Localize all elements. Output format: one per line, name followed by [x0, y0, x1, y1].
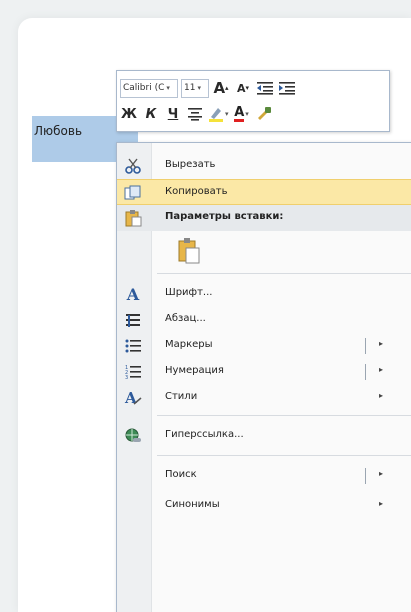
menu-item-label: Гиперссылка... [165, 429, 244, 440]
font-name-value: Calibri (С [123, 83, 165, 93]
paste-keep-formatting-icon[interactable] [177, 237, 201, 265]
font-color-button[interactable]: A ▾ [233, 104, 251, 124]
menu-item-label: Абзац... [165, 313, 206, 324]
font-icon: A [126, 284, 140, 304]
svg-text:A: A [124, 389, 137, 407]
paste-icon [123, 208, 143, 228]
menu-item-bullets[interactable]: Маркеры ▸ [117, 333, 411, 359]
menu-item-label: Шрифт... [165, 287, 213, 298]
paragraph-icon [123, 310, 143, 330]
increase-indent-icon [279, 82, 295, 95]
menu-item-numbering[interactable]: 123 Нумерация ▸ [117, 359, 411, 385]
menu-item-copy[interactable]: Копировать [117, 179, 411, 205]
menu-separator [157, 273, 411, 274]
menu-item-styles[interactable]: A Стили ▸ [117, 385, 411, 411]
menu-item-label: Синонимы [165, 499, 220, 510]
context-menu: Вырезать Копировать Параметры вставки: A… [116, 142, 411, 612]
menu-separator [157, 455, 411, 456]
chevron-down-icon: ▾ [245, 110, 249, 118]
bullets-icon [123, 336, 143, 356]
font-color-icon: A [234, 105, 245, 122]
menu-item-label: Стили [165, 391, 198, 402]
italic-icon: К [145, 106, 157, 122]
bold-icon: Ж [121, 106, 137, 122]
styles-icon: A [123, 388, 143, 408]
center-align-button[interactable] [186, 104, 204, 124]
split-separator [365, 468, 366, 484]
italic-button[interactable]: К [142, 104, 160, 124]
split-separator [365, 338, 366, 354]
format-painter-button[interactable] [255, 104, 273, 124]
decrease-indent-button[interactable] [256, 78, 274, 98]
menu-item-hyperlink[interactable]: Гиперссылка... [117, 423, 411, 449]
submenu-arrow-icon[interactable]: ▸ [379, 469, 383, 478]
shrink-font-icon: A [236, 81, 246, 95]
menu-item-search[interactable]: Поиск ▸ [117, 463, 411, 489]
menu-item-cut[interactable]: Вырезать [117, 153, 411, 179]
bold-button[interactable]: Ж [120, 104, 138, 124]
chevron-down-icon: ▾ [166, 84, 170, 92]
mini-toolbar: Calibri (С ▾ 11 ▾ A ▴ A ▾ Ж К Ч ▾ A ▾ [116, 70, 390, 132]
menu-item-label: Параметры вставки: [165, 211, 284, 222]
menu-item-paragraph[interactable]: Абзац... [117, 307, 411, 333]
menu-item-synonyms[interactable]: Синонимы ▸ [117, 493, 411, 519]
menu-item-label: Маркеры [165, 339, 213, 350]
scissors-icon [123, 156, 143, 176]
grow-font-icon: A [213, 79, 226, 97]
selected-text: Любовь [34, 124, 83, 138]
menu-item-label: Нумерация [165, 365, 224, 376]
menu-item-label: Копировать [165, 186, 228, 197]
highlighter-icon [209, 108, 223, 122]
chevron-down-icon: ▾ [225, 110, 229, 118]
numbering-icon: 123 [123, 362, 143, 382]
svg-text:3: 3 [125, 375, 128, 380]
menu-separator [157, 415, 411, 416]
menu-item-font[interactable]: A Шрифт... [117, 281, 411, 307]
menu-item-label: Вырезать [165, 159, 216, 170]
font-size-combo[interactable]: 11 ▾ [181, 78, 209, 98]
highlight-color-button[interactable]: ▾ [208, 104, 229, 124]
align-center-icon [188, 108, 202, 121]
font-size-value: 11 [184, 83, 196, 93]
submenu-arrow-icon[interactable]: ▸ [379, 365, 383, 374]
increase-indent-button[interactable] [278, 78, 296, 98]
split-separator [365, 364, 366, 380]
submenu-arrow-icon[interactable]: ▸ [379, 339, 383, 348]
font-name-combo[interactable]: Calibri (С ▾ [120, 78, 178, 98]
submenu-arrow-icon: ▸ [379, 391, 384, 400]
mini-toolbar-row-format: Ж К Ч ▾ A ▾ [120, 103, 277, 125]
menu-item-label: Поиск [165, 469, 197, 480]
chevron-down-icon: ▾ [197, 84, 201, 92]
shrink-font-button[interactable]: A ▾ [234, 78, 252, 98]
format-painter-icon [257, 107, 271, 120]
mini-toolbar-row-font: Calibri (С ▾ 11 ▾ A ▴ A ▾ [120, 77, 300, 99]
menu-item-paste-options-header: Параметры вставки: [117, 205, 411, 231]
underline-icon: Ч [167, 106, 179, 122]
word-context-menu-screenshot: Любовь Calibri (С ▾ 11 ▾ A ▴ A ▾ Ж К Ч ▾… [18, 18, 411, 612]
grow-font-button[interactable]: A ▴ [212, 78, 230, 98]
submenu-arrow-icon: ▸ [379, 499, 384, 508]
hyperlink-icon [123, 426, 143, 446]
copy-icon [123, 183, 143, 203]
decrease-indent-icon [257, 82, 273, 95]
underline-button[interactable]: Ч [164, 104, 182, 124]
